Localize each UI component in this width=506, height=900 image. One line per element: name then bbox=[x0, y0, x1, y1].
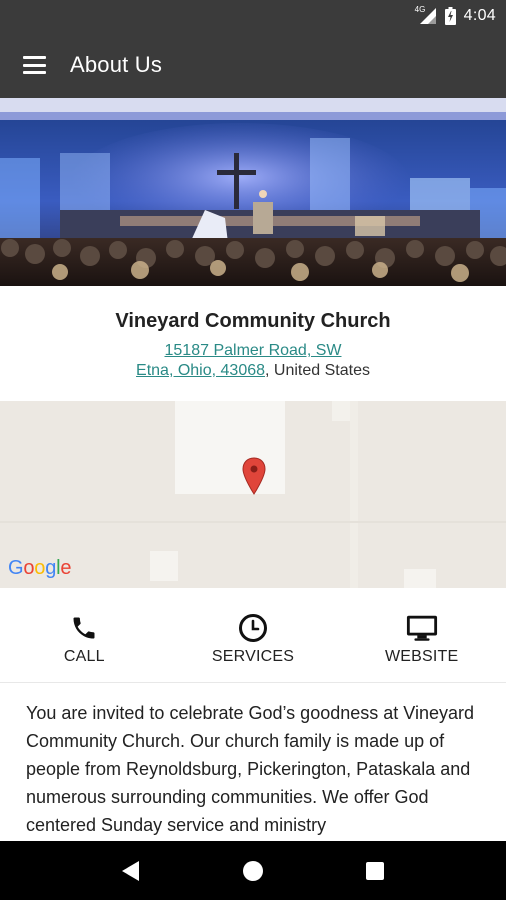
clock-time: 4:04 bbox=[463, 7, 496, 24]
address-line-2: Etna, Ohio, 43068, United States bbox=[0, 361, 506, 381]
battery-icon bbox=[444, 7, 456, 25]
phone-icon bbox=[68, 612, 100, 644]
services-button[interactable]: SERVICES bbox=[169, 588, 338, 682]
address-line-1: 15187 Palmer Road, SW bbox=[0, 341, 506, 361]
services-label: SERVICES bbox=[211, 648, 295, 665]
menu-icon[interactable] bbox=[23, 56, 47, 74]
church-description: You are invited to celebrate God’s goodn… bbox=[26, 703, 474, 835]
back-icon[interactable] bbox=[111, 851, 151, 891]
google-logo-letter: o bbox=[34, 557, 46, 579]
google-logo-letter: e bbox=[60, 557, 72, 579]
location-map[interactable]: Google bbox=[0, 401, 506, 588]
monitor-icon bbox=[406, 612, 438, 644]
action-bar: CALL SERVICES WEBSITE bbox=[0, 588, 506, 683]
status-icons: 4G 4:04 bbox=[415, 5, 496, 26]
address-street-link[interactable]: 15187 Palmer Road, SW bbox=[165, 342, 342, 359]
website-label: WEBSITE bbox=[384, 648, 459, 665]
map-pin-icon[interactable] bbox=[242, 457, 266, 495]
system-nav-bar bbox=[0, 841, 506, 900]
call-label: CALL bbox=[63, 648, 105, 665]
recents-icon[interactable] bbox=[355, 851, 395, 891]
website-button[interactable]: WEBSITE bbox=[337, 588, 506, 682]
clock-icon bbox=[237, 612, 269, 644]
church-name: Vineyard Community Church bbox=[115, 310, 391, 332]
address-city-link[interactable]: Etna, Ohio, 43068 bbox=[136, 362, 265, 379]
church-info: Vineyard Community Church 15187 Palmer R… bbox=[0, 286, 506, 401]
address-country: , United States bbox=[265, 362, 370, 379]
page-title: About Us bbox=[70, 52, 163, 77]
church-hero-image bbox=[0, 98, 506, 286]
google-logo-letter: G bbox=[8, 557, 24, 579]
signal-icon: 4G bbox=[415, 5, 437, 25]
google-logo: Google bbox=[8, 557, 72, 580]
google-logo-letter: o bbox=[23, 557, 35, 579]
call-button[interactable]: CALL bbox=[0, 588, 169, 682]
home-icon[interactable] bbox=[233, 851, 273, 891]
app-bar: About Us bbox=[0, 32, 506, 98]
status-bar: 4G 4:04 bbox=[0, 0, 506, 32]
google-logo-letter: g bbox=[45, 557, 57, 579]
